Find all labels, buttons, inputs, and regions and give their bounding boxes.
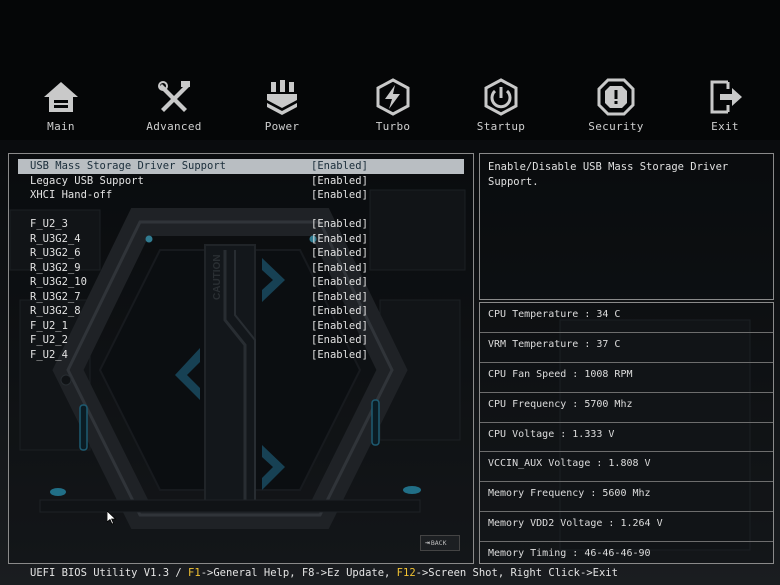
setting-label: R_U3G2_7 <box>30 290 81 303</box>
setting-label: XHCI Hand-off <box>30 189 113 201</box>
hotkey-f12: F12 <box>396 567 416 579</box>
power-chip-icon <box>267 80 297 115</box>
hotkey-f1: F1 <box>188 567 201 579</box>
help-line: Enable/Disable USB Mass Storage Driver <box>488 161 729 173</box>
nav-advanced-label: Advanced <box>146 120 202 133</box>
footer-prefix: UEFI BIOS Utility V1.3 / <box>30 567 189 579</box>
footer-screenshot-text: ->Screen Shot, Right Click->Exit <box>415 567 618 579</box>
hw-readout: VCCIN_AUX Voltage : 1.808 V <box>488 458 651 470</box>
setting-label: F_U2_4 <box>30 348 68 361</box>
nav-security-label: Security <box>588 120 644 133</box>
tools-icon <box>158 81 190 112</box>
setting-value[interactable]: [Enabled] <box>311 246 368 261</box>
setting-port[interactable]: R_U3G2_4 [Enabled] <box>18 232 464 247</box>
setting-port[interactable]: R_U3G2_10 [Enabled] <box>18 275 464 290</box>
nav-power[interactable]: Power <box>242 72 322 133</box>
footer-help-text: ->General Help, F8->Ez Update, <box>200 567 397 579</box>
hw-readout: CPU Fan Speed : 1008 RPM <box>488 368 633 380</box>
setting-value[interactable]: [Enabled] <box>311 217 368 232</box>
setting-port[interactable]: F_U2_1 [Enabled] <box>18 319 464 334</box>
footer-bar: UEFI BIOS Utility V1.3 / F1->General Hel… <box>0 565 780 585</box>
nav-main-label: Main <box>47 120 75 133</box>
back-label: BACK <box>430 539 447 547</box>
setting-value[interactable]: [Enabled] <box>311 304 368 319</box>
setting-value[interactable]: [Enabled] <box>311 232 368 247</box>
hw-memory-vdd2-voltage: Memory VDD2 Voltage : 1.264 V <box>480 512 773 543</box>
nav-turbo-label: Turbo <box>375 120 411 133</box>
setting-port[interactable]: R_U3G2_8 [Enabled] <box>18 304 464 319</box>
footer-text: UEFI BIOS Utility V1.3 / F1->General Hel… <box>30 566 618 580</box>
setting-legacy-usb[interactable]: Legacy USB Support [Enabled] <box>18 174 464 189</box>
setting-label: R_U3G2_8 <box>30 305 81 317</box>
setting-label: F_U2_1 <box>30 319 68 332</box>
hw-readout: CPU Voltage : 1.333 V <box>488 428 615 440</box>
setting-port[interactable]: F_U2_3 [Enabled] <box>18 217 464 232</box>
settings-list: USB Mass Storage Driver Support [Enabled… <box>18 159 464 362</box>
help-text: Enable/Disable USB Mass Storage Driver S… <box>488 160 758 189</box>
setting-port[interactable]: R_U3G2_9 [Enabled] <box>18 261 464 276</box>
setting-xhci-handoff[interactable]: XHCI Hand-off [Enabled] <box>18 188 464 203</box>
lightning-icon <box>376 78 410 116</box>
home-icon <box>44 82 78 112</box>
nav-exit[interactable]: Exit <box>685 72 765 133</box>
help-panel: Enable/Disable USB Mass Storage Driver S… <box>479 153 774 300</box>
setting-port[interactable]: F_U2_4 [Enabled] <box>18 348 464 363</box>
nav-power-label: Power <box>264 120 300 133</box>
setting-label: F_U2_2 <box>30 334 68 346</box>
setting-value[interactable]: [Enabled] <box>311 275 368 290</box>
back-arrow-icon: ⇥ <box>425 538 430 547</box>
setting-label: R_U3G2_4 <box>30 232 81 245</box>
setting-value[interactable]: [Enabled] <box>311 319 368 334</box>
setting-port[interactable]: R_U3G2_6 [Enabled] <box>18 246 464 261</box>
setting-value[interactable]: [Enabled] <box>311 188 368 203</box>
hw-cpu-fan-speed: CPU Fan Speed : 1008 RPM <box>480 363 773 393</box>
hw-memory-frequency: Memory Frequency : 5600 Mhz <box>480 482 773 513</box>
exit-icon <box>710 80 742 114</box>
setting-label: R_U3G2_10 <box>30 276 87 288</box>
help-line: Support. <box>488 175 539 188</box>
hw-cpu-voltage: CPU Voltage : 1.333 V <box>480 423 773 453</box>
shield-icon <box>597 78 635 116</box>
nav-advanced[interactable]: Advanced <box>134 72 214 133</box>
settings-spacer <box>18 203 464 218</box>
nav-security[interactable]: Security <box>576 72 656 133</box>
hw-cpu-frequency: CPU Frequency : 5700 Mhz <box>480 393 773 423</box>
hw-cpu-temperature: CPU Temperature : 34 C <box>480 303 773 333</box>
setting-label: F_U2_3 <box>30 218 68 230</box>
setting-label: R_U3G2_9 <box>30 261 81 274</box>
hardware-monitor-panel: CPU Temperature : 34 C VRM Temperature :… <box>479 302 774 564</box>
back-button[interactable]: ⇥BACK <box>420 535 460 551</box>
hw-readout: Memory Frequency : 5600 Mhz <box>488 488 651 500</box>
hw-readout: CPU Frequency : 5700 Mhz <box>488 398 633 410</box>
nav-turbo[interactable]: Turbo <box>353 72 433 133</box>
setting-label: Legacy USB Support <box>30 174 144 187</box>
setting-usb-mass-storage[interactable]: USB Mass Storage Driver Support [Enabled… <box>18 159 464 174</box>
hw-readout: VRM Temperature : 37 C <box>488 338 621 350</box>
setting-value[interactable]: [Enabled] <box>311 333 368 348</box>
setting-value[interactable]: [Enabled] <box>311 159 368 174</box>
nav-startup-label: Startup <box>476 120 526 133</box>
mouse-cursor-icon <box>107 511 117 525</box>
power-button-icon <box>484 78 518 116</box>
nav-main[interactable]: Main <box>21 72 101 133</box>
hw-vccin-aux-voltage: VCCIN_AUX Voltage : 1.808 V <box>480 452 773 483</box>
setting-label: USB Mass Storage Driver Support <box>30 160 226 172</box>
hw-readout: Memory VDD2 Voltage : 1.264 V <box>488 518 663 530</box>
setting-value[interactable]: [Enabled] <box>311 348 368 363</box>
nav-startup[interactable]: Startup <box>461 72 541 133</box>
hw-readout: Memory Timing : 46-46-46-90 <box>488 548 651 560</box>
setting-value[interactable]: [Enabled] <box>311 290 368 305</box>
nav-exit-label: Exit <box>711 120 739 133</box>
hw-readout: CPU Temperature : 34 C <box>488 309 621 320</box>
hw-vrm-temperature: VRM Temperature : 37 C <box>480 333 773 363</box>
setting-value[interactable]: [Enabled] <box>311 261 368 276</box>
setting-port[interactable]: R_U3G2_7 [Enabled] <box>18 290 464 305</box>
setting-value[interactable]: [Enabled] <box>311 174 368 189</box>
setting-label: R_U3G2_6 <box>30 247 81 259</box>
top-navigation: Main Advanced Power Turbo Startup Securi… <box>0 72 780 144</box>
setting-port[interactable]: F_U2_2 [Enabled] <box>18 333 464 348</box>
